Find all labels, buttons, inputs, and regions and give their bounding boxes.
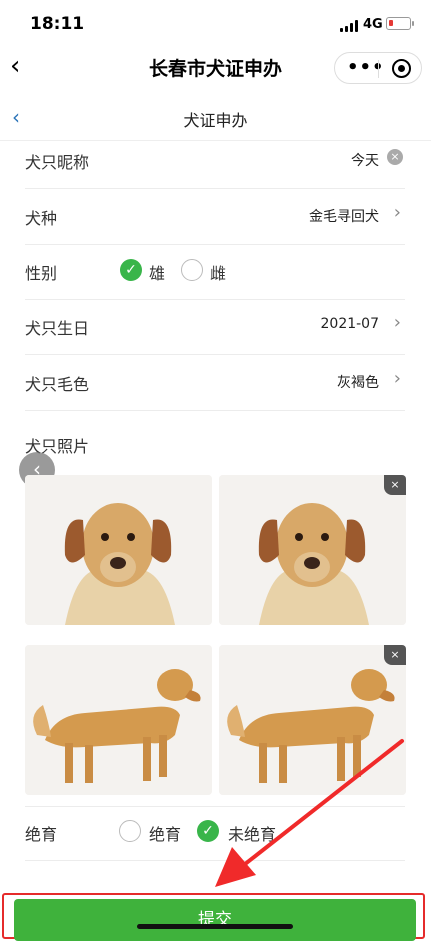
dog-head-image xyxy=(25,475,212,625)
breed-value: 金毛寻回犬 xyxy=(309,209,379,225)
mini-program-capsule: ••• xyxy=(334,52,422,84)
delete-photo-icon[interactable]: × xyxy=(384,475,406,495)
not-sterilized-radio[interactable]: ✓ xyxy=(197,820,219,842)
nav-bar: ‹ 长春市犬证申办 ••• xyxy=(0,46,431,90)
dog-photo-body-2[interactable]: × xyxy=(219,645,406,795)
birthday-label: 犬只生日 xyxy=(25,319,90,338)
color-row[interactable]: 犬只毛色 灰褐色 › xyxy=(25,355,405,411)
home-indicator xyxy=(137,924,293,929)
birthday-row[interactable]: 犬只生日 2021-07 › xyxy=(25,299,405,355)
not-sterilized-label[interactable]: 未绝育 xyxy=(228,821,276,845)
gender-row: 性别 ✓ 雄 雌 xyxy=(25,244,405,300)
gender-female-radio[interactable] xyxy=(181,259,203,281)
gender-male-radio[interactable]: ✓ xyxy=(120,259,142,281)
gender-male-label[interactable]: 雄 xyxy=(149,260,165,284)
nickname-label: 犬只昵称 xyxy=(25,153,90,172)
chevron-right-icon: › xyxy=(393,202,401,223)
color-label: 犬只毛色 xyxy=(25,375,90,394)
dog-photo-body-1[interactable] xyxy=(25,645,212,795)
nickname-value[interactable]: 今天 xyxy=(351,150,379,170)
status-bar: 18:11 4G xyxy=(0,0,431,46)
network-type: 4G xyxy=(363,17,383,32)
dog-photo-head-2[interactable]: × xyxy=(219,475,406,625)
close-program-icon[interactable] xyxy=(392,59,411,78)
chevron-right-icon: › xyxy=(393,312,401,333)
nickname-row[interactable]: 犬只昵称 今天 × xyxy=(25,133,405,189)
status-time: 18:11 xyxy=(30,14,85,34)
color-value: 灰褐色 xyxy=(337,375,379,391)
sterilization-row: 绝育 绝育 ✓ 未绝育 xyxy=(25,805,405,861)
delete-photo-icon[interactable]: × xyxy=(384,645,406,665)
breed-label: 犬种 xyxy=(25,209,58,228)
dog-head-image xyxy=(219,475,406,625)
chevron-right-icon: › xyxy=(393,368,401,389)
signal-icon xyxy=(340,20,360,32)
battery-icon xyxy=(386,17,414,30)
submit-button[interactable]: 提交 xyxy=(14,899,416,941)
sterilization-label: 绝育 xyxy=(25,825,58,844)
birthday-value: 2021-07 xyxy=(320,316,380,332)
dog-body-image xyxy=(219,645,406,795)
sterilized-label[interactable]: 绝育 xyxy=(149,821,181,845)
dog-body-image xyxy=(25,645,212,795)
sterilized-radio[interactable] xyxy=(119,820,141,842)
gender-label: 性别 xyxy=(25,264,58,283)
dog-photo-head-1[interactable] xyxy=(25,475,212,625)
sub-title: 犬证申办 xyxy=(183,111,248,130)
gender-female-label[interactable]: 雌 xyxy=(210,260,226,284)
clear-icon[interactable]: × xyxy=(387,149,403,165)
breed-row[interactable]: 犬种 金毛寻回犬 › xyxy=(25,189,405,245)
